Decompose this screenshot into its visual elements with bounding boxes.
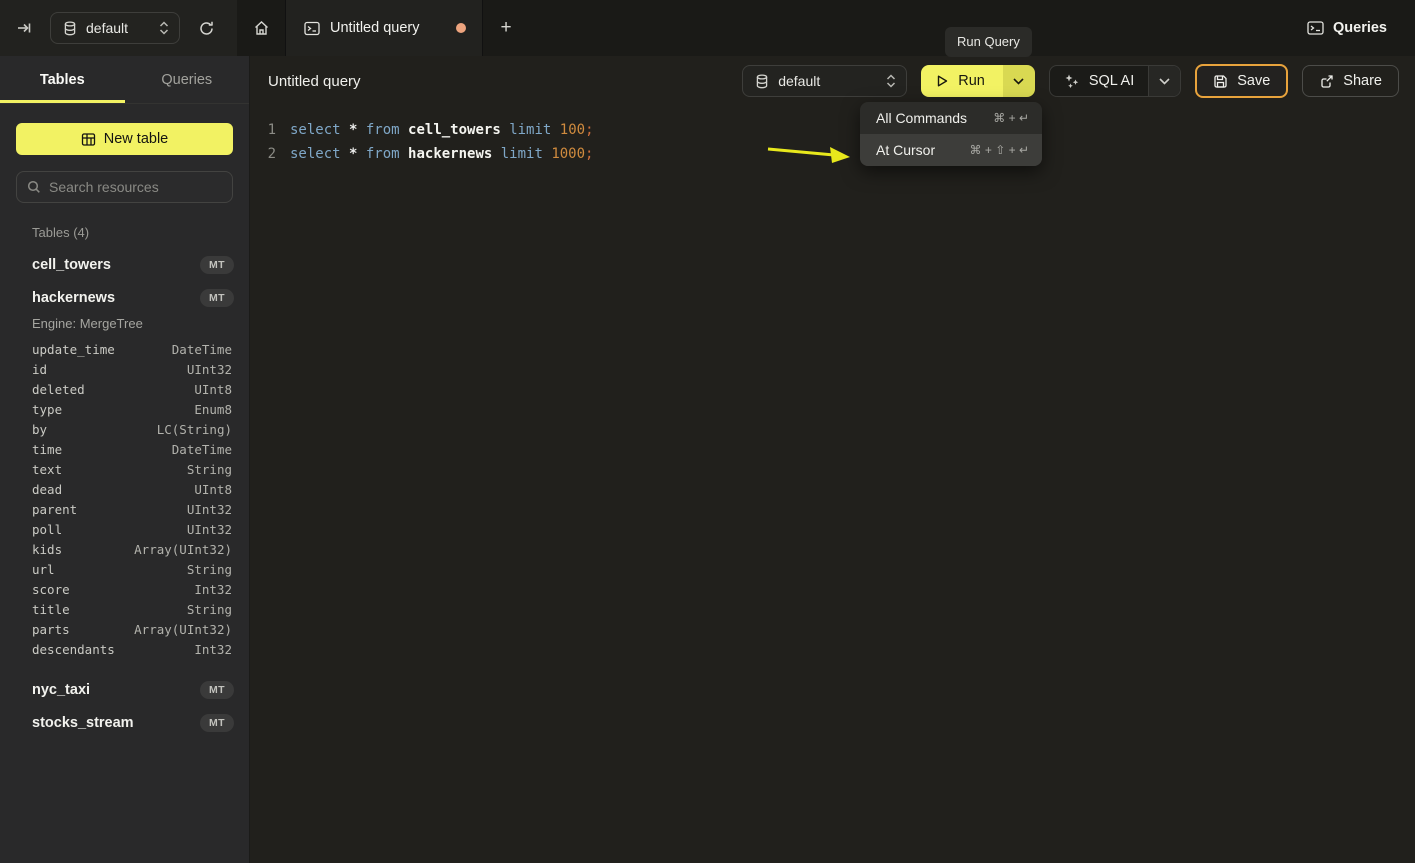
query-toolbar: Untitled query default Run [250, 56, 1415, 106]
new-table-label: New table [104, 131, 168, 147]
search-resources-box [16, 171, 233, 203]
column-row[interactable]: titleString [0, 599, 249, 619]
search-resources-input[interactable] [49, 179, 230, 195]
database-icon [63, 21, 77, 36]
sidebar-tabs: Tables Queries [0, 56, 249, 104]
new-tab-button[interactable]: + [483, 0, 529, 56]
main-area: Tables Queries New table Tables (4) cell… [0, 56, 1415, 863]
run-button[interactable]: Run [921, 65, 1003, 97]
engine-badge: MT [200, 256, 234, 274]
sidebar: Tables Queries New table Tables (4) cell… [0, 56, 250, 863]
menu-item-shortcut: ⌘ + ⇧ + ↵ [970, 143, 1029, 157]
tables-section-header: Tables (4) [32, 225, 249, 240]
menu-item-all-commands[interactable]: All Commands ⌘ + ↵ [860, 102, 1042, 134]
sql-ai-label: SQL AI [1089, 73, 1134, 89]
query-pane: Untitled query default Run [250, 56, 1415, 863]
engine-label: Engine: MergeTree [0, 314, 249, 339]
code-line[interactable]: 2 select * from hackernews limit 1000; [250, 142, 1415, 166]
new-table-button[interactable]: New table [16, 123, 233, 155]
home-tab[interactable] [237, 0, 285, 56]
tab-untitled-query[interactable]: Untitled query [285, 0, 483, 56]
save-button-label: Save [1237, 73, 1270, 89]
sql-editor[interactable]: 1 select * from cell_towers limit 100; 2… [250, 106, 1415, 863]
play-icon [935, 74, 949, 88]
share-button-label: Share [1343, 73, 1382, 89]
run-options-caret[interactable] [1003, 65, 1035, 97]
column-row[interactable]: scoreInt32 [0, 579, 249, 599]
save-icon [1213, 74, 1228, 89]
terminal-icon [304, 21, 320, 36]
engine-badge: MT [200, 714, 234, 732]
column-row[interactable]: urlString [0, 559, 249, 579]
sql-ai-button[interactable]: SQL AI [1050, 66, 1148, 96]
menu-item-at-cursor[interactable]: At Cursor ⌘ + ⇧ + ↵ [860, 134, 1042, 166]
column-row[interactable]: byLC(String) [0, 419, 249, 439]
app-window: default Untitled query + [0, 0, 1415, 863]
search-icon [27, 180, 41, 194]
share-icon [1319, 74, 1334, 89]
top-bar-left: default [0, 0, 237, 56]
column-row[interactable]: partsArray(UInt32) [0, 619, 249, 639]
query-title: Untitled query [268, 73, 361, 90]
chevron-updown-icon [886, 74, 896, 88]
database-selector-topbar[interactable]: default [50, 12, 180, 44]
queries-button-label: Queries [1333, 20, 1387, 36]
refresh-icon[interactable] [198, 20, 215, 37]
sparkles-icon [1064, 73, 1080, 89]
column-row[interactable]: update_timeDateTime [0, 339, 249, 359]
code-line[interactable]: 1 select * from cell_towers limit 100; [250, 118, 1415, 142]
menu-item-label: All Commands [876, 110, 967, 126]
top-bar: default Untitled query + [0, 0, 1415, 56]
column-row[interactable]: timeDateTime [0, 439, 249, 459]
run-options-menu: All Commands ⌘ + ↵ At Cursor ⌘ + ⇧ + ↵ [860, 102, 1042, 166]
engine-badge: MT [200, 681, 234, 699]
save-button[interactable]: Save [1195, 64, 1288, 98]
share-button[interactable]: Share [1302, 65, 1399, 97]
queries-button[interactable]: Queries [1307, 0, 1387, 56]
database-selector-value: default [778, 73, 877, 89]
sql-ai-split-button: SQL AI [1049, 65, 1181, 97]
terminal-icon [1307, 20, 1324, 36]
column-row[interactable]: descendantsInt32 [0, 639, 249, 659]
column-row[interactable]: typeEnum8 [0, 399, 249, 419]
table-row-cell-towers[interactable]: cell_towers MT [0, 248, 249, 281]
engine-badge: MT [200, 289, 234, 307]
code-text: select * from hackernews limit 1000; [276, 142, 593, 166]
table-row-nyc-taxi[interactable]: nyc_taxi MT [0, 673, 249, 706]
code-text: select * from cell_towers limit 100; [276, 118, 594, 142]
tab-label: Untitled query [330, 20, 419, 36]
tab-strip: Untitled query + Queries [237, 0, 1415, 56]
sql-ai-caret[interactable] [1148, 66, 1180, 96]
table-icon [81, 132, 96, 147]
chevron-updown-icon [159, 21, 169, 35]
sidebar-tab-tables[interactable]: Tables [0, 56, 125, 103]
menu-item-label: At Cursor [876, 142, 935, 158]
column-row[interactable]: deadUInt8 [0, 479, 249, 499]
column-row[interactable]: idUInt32 [0, 359, 249, 379]
column-row[interactable]: textString [0, 459, 249, 479]
collapse-sidebar-icon[interactable] [16, 20, 32, 36]
table-row-hackernews[interactable]: hackernews MT [0, 281, 249, 314]
database-selector-value: default [86, 20, 150, 36]
run-split-button: Run [921, 65, 1035, 97]
run-button-label: Run [958, 73, 985, 89]
column-row[interactable]: kidsArray(UInt32) [0, 539, 249, 559]
sidebar-tab-queries[interactable]: Queries [125, 56, 250, 103]
line-number: 2 [250, 142, 276, 166]
line-number: 1 [250, 118, 276, 142]
unsaved-changes-dot [456, 23, 466, 33]
menu-item-shortcut: ⌘ + ↵ [993, 111, 1029, 125]
column-row[interactable]: deletedUInt8 [0, 379, 249, 399]
database-icon [755, 74, 769, 89]
column-row[interactable]: pollUInt32 [0, 519, 249, 539]
run-query-tooltip: Run Query [945, 27, 1032, 57]
column-row[interactable]: parentUInt32 [0, 499, 249, 519]
database-selector-toolbar[interactable]: default [742, 65, 907, 97]
table-row-stocks-stream[interactable]: stocks_stream MT [0, 706, 249, 739]
